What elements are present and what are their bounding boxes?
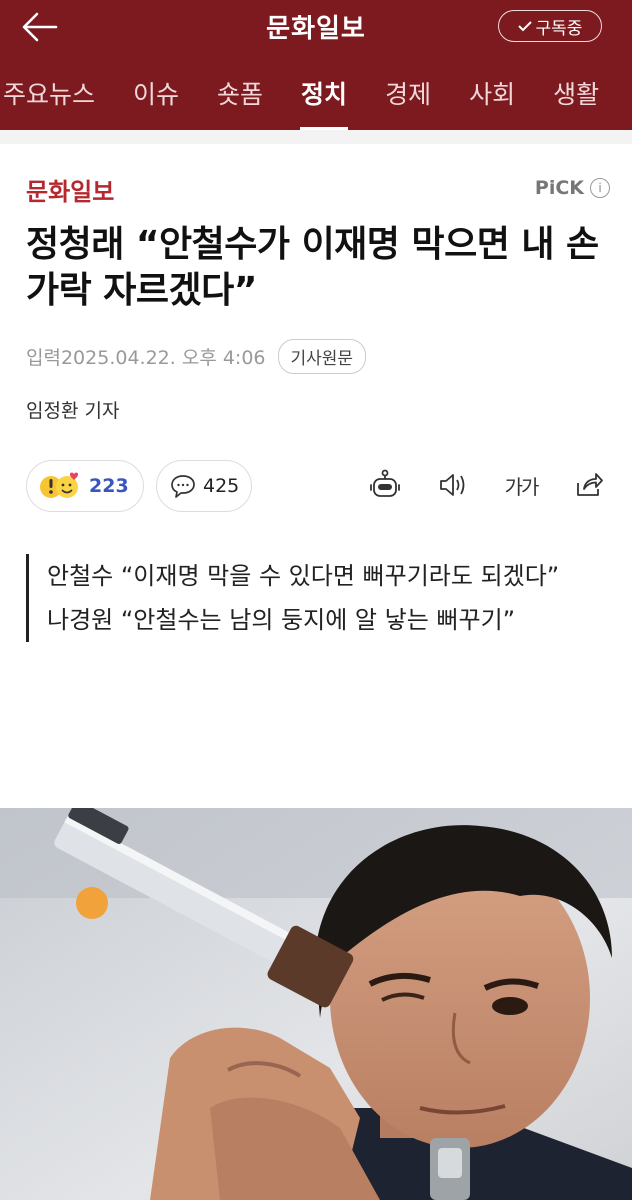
subscribe-label: 구독중 <box>535 18 583 39</box>
info-icon[interactable]: i <box>590 178 610 198</box>
pick-badge[interactable]: PiCK i <box>535 177 610 199</box>
tab-society[interactable]: 사회 <box>450 75 534 115</box>
article-headline: 정청래 “안철수가 이재명 막으면 내 손가락 자르겠다” <box>26 224 599 311</box>
photo-illustration <box>0 808 632 1200</box>
summary-line: 나경원 “안철수는 남의 둥지에 알 낳는 뻐꾸기” <box>47 606 516 634</box>
tab-economy[interactable]: 경제 <box>366 75 450 115</box>
tab-politics[interactable]: 정치 <box>282 75 366 130</box>
reaction-button[interactable]: 223 <box>26 460 144 512</box>
article-summary: 안철수 “이재명 막을 수 있다면 뻐꾸기라도 되겠다” 나경원 “안철수는 남… <box>26 554 611 642</box>
reporter-byline[interactable]: 임정환 기자 <box>26 396 119 423</box>
emoji-reaction-icon <box>40 472 79 498</box>
article-meta: 입력2025.04.22. 오후 4:06 기사원문 <box>26 339 367 374</box>
category-tabs: 주요뉴스 이슈 숏폼 정치 경제 사회 생활 <box>0 75 618 130</box>
publish-date: 입력2025.04.22. 오후 4:06 <box>26 343 266 370</box>
comment-count: 425 <box>203 475 240 497</box>
summary-line: 안철수 “이재명 막을 수 있다면 뻐꾸기라도 되겠다” <box>47 562 560 590</box>
date-value: 2025.04.22. 오후 4:06 <box>60 347 266 369</box>
robot-summary-icon <box>370 469 400 497</box>
pick-label: PiCK <box>534 177 584 199</box>
font-size-button[interactable]: 가가 <box>502 466 540 504</box>
reaction-count: 223 <box>89 475 129 497</box>
subscribe-button[interactable]: 구독중 <box>498 10 602 42</box>
font-size-icon: 가가 <box>504 474 540 499</box>
article-tools: 가가 <box>366 466 608 504</box>
comments-button[interactable]: 425 <box>156 460 252 512</box>
share-icon <box>577 473 603 496</box>
share-button[interactable] <box>570 466 608 504</box>
divider-band <box>0 130 632 144</box>
tab-issue[interactable]: 이슈 <box>114 75 198 115</box>
checkmark-icon <box>517 21 532 32</box>
tab-shortform[interactable]: 숏폼 <box>198 75 282 115</box>
tab-life[interactable]: 생활 <box>534 75 618 115</box>
tab-main-news[interactable]: 주요뉴스 <box>0 75 114 115</box>
text-to-speech-button[interactable] <box>434 466 472 504</box>
summary-bot-button[interactable] <box>366 466 404 504</box>
source-logo[interactable]: 문화일보 <box>26 172 114 207</box>
speaker-icon <box>440 474 465 496</box>
top-app-bar: 문화일보 구독중 주요뉴스 이슈 숏폼 정치 경제 사회 생활 <box>0 0 632 130</box>
comment-bubble-icon <box>171 475 195 498</box>
original-article-button[interactable]: 기사원문 <box>277 339 367 374</box>
article-photo[interactable] <box>0 808 632 1200</box>
input-label: 입력 <box>26 347 61 369</box>
